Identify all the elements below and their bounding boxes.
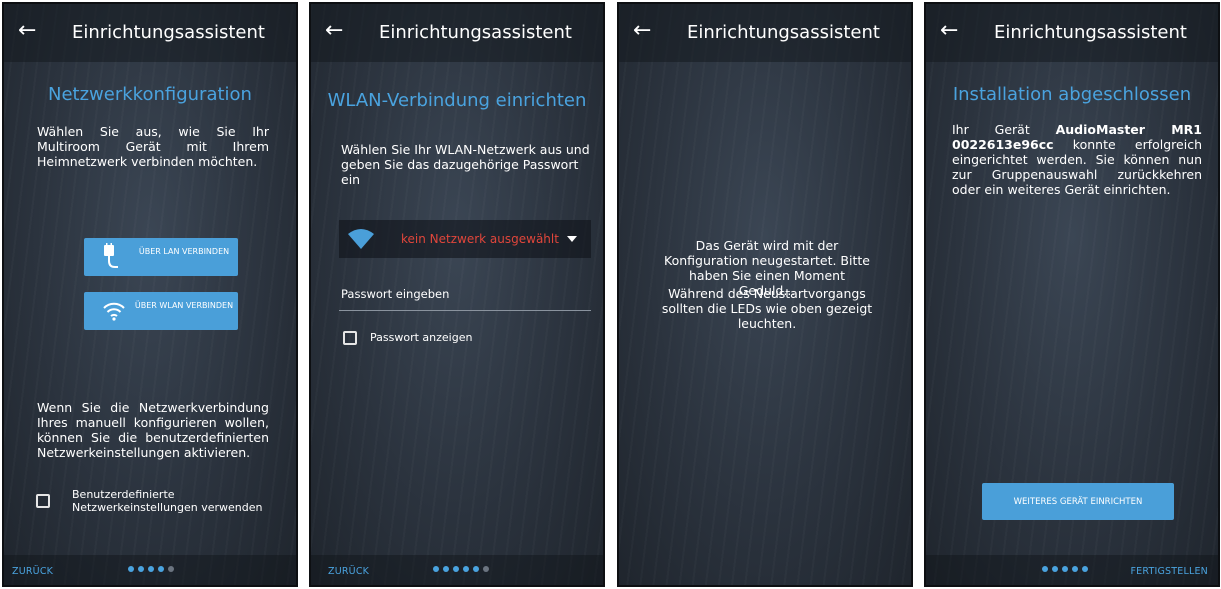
screen-network-configuration: ← Einrichtungsassistent Netzwerkkonfigur…: [2, 2, 298, 587]
add-device-label: WEITERES GERÄT EINRICHTEN: [1013, 497, 1143, 507]
completion-text: Ihr Gerät AudioMaster MR1 0022613e96cc k…: [952, 122, 1202, 197]
footer-bar: FERTIGSTELLEN: [926, 555, 1218, 585]
led-message: Während des Neustartvorgangs sollten die…: [661, 286, 873, 331]
show-password-label: Passwort anzeigen: [370, 331, 473, 344]
page-title: Netzwerkkonfiguration: [48, 84, 252, 105]
custom-settings-label: Benutzerdefinierte Netzwerkeinstellungen…: [72, 488, 263, 514]
step-dot: [433, 566, 439, 572]
step-dot: [483, 566, 489, 572]
page-title: WLAN-Verbindung einrichten: [327, 90, 587, 111]
app-title: Einrichtungsassistent: [72, 22, 265, 43]
intro-text: Wählen Sie aus, wie Sie Ihr Multiroom Ge…: [37, 124, 269, 169]
connect-lan-button[interactable]: ÜBER LAN VERBINDEN: [84, 238, 238, 276]
wifi-signal-icon: [348, 229, 374, 249]
step-indicator: [128, 557, 178, 576]
step-dot: [1082, 566, 1088, 572]
step-dot: [443, 566, 449, 572]
lan-button-label: ÜBER LAN VERBINDEN: [138, 247, 230, 256]
password-input[interactable]: Passwort eingeben: [341, 287, 449, 301]
page-title: Installation abgeschlossen: [952, 84, 1192, 105]
step-dot: [148, 566, 154, 572]
app-bar: ← Einrichtungsassistent: [926, 4, 1218, 62]
step-dot: [1072, 566, 1078, 572]
screen-restart: ← Einrichtungsassistent Das Gerät wird m…: [617, 2, 913, 587]
add-another-device-button[interactable]: WEITERES GERÄT EINRICHTEN: [982, 483, 1174, 520]
step-dot: [128, 566, 134, 572]
step-indicator: [1042, 557, 1092, 576]
ethernet-plug-icon: [104, 243, 118, 268]
back-arrow-icon[interactable]: ←: [633, 16, 651, 46]
screen-wlan-setup: ← Einrichtungsassistent WLAN-Verbindung …: [309, 2, 605, 587]
app-bar: ← Einrichtungsassistent: [4, 4, 296, 62]
connect-wlan-button[interactable]: ÜBER WLAN VERBINDEN: [84, 292, 238, 330]
app-bar: ← Einrichtungsassistent: [619, 4, 911, 62]
completion-prefix: Ihr Gerät: [952, 122, 1030, 137]
step-dot: [1062, 566, 1068, 572]
back-arrow-icon[interactable]: ←: [325, 16, 343, 46]
wlan-button-label: ÜBER WLAN VERBINDEN: [134, 301, 234, 310]
step-dot: [463, 566, 469, 572]
back-button[interactable]: ZURÜCK: [328, 566, 369, 577]
back-arrow-icon[interactable]: ←: [18, 16, 36, 46]
footer-bar: ZURÜCK: [4, 555, 296, 585]
step-dot: [1042, 566, 1048, 572]
app-title: Einrichtungsassistent: [687, 22, 880, 43]
step-dot: [168, 566, 174, 572]
app-bar: ← Einrichtungsassistent: [311, 4, 603, 62]
manual-config-text: Wenn Sie die Netzwerkverbindung Ihres ma…: [37, 400, 269, 460]
selected-network: kein Netzwerk ausgewählt: [401, 232, 559, 246]
step-dot: [473, 566, 479, 572]
password-underline: [339, 310, 591, 311]
screen-installation-complete: ← Einrichtungsassistent Installation abg…: [924, 2, 1220, 587]
step-dot: [453, 566, 459, 572]
app-title: Einrichtungsassistent: [994, 22, 1187, 43]
footer-bar: ZURÜCK: [311, 555, 603, 585]
back-button[interactable]: ZURÜCK: [12, 566, 53, 577]
chevron-down-icon: [567, 236, 577, 242]
step-dot: [1052, 566, 1058, 572]
app-title: Einrichtungsassistent: [379, 22, 572, 43]
wifi-icon: [103, 302, 125, 321]
custom-settings-checkbox[interactable]: [36, 494, 50, 508]
show-password-checkbox[interactable]: [343, 331, 357, 345]
step-dot: [138, 566, 144, 572]
intro-text: Wählen Sie Ihr WLAN-Netzwerk aus und geb…: [341, 142, 590, 187]
network-select[interactable]: kein Netzwerk ausgewählt: [339, 220, 591, 258]
step-indicator: [433, 557, 493, 576]
step-dot: [158, 566, 164, 572]
back-arrow-icon[interactable]: ←: [940, 16, 958, 46]
finish-button[interactable]: FERTIGSTELLEN: [1131, 566, 1208, 577]
